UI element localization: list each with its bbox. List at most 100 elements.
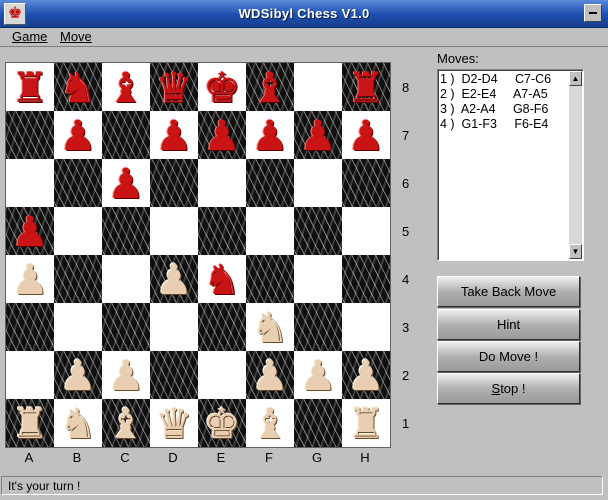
square-d6[interactable]: [150, 159, 198, 207]
moves-listbox[interactable]: 1 ) D2-D4 C7-C6 2 ) E2-E4 A7-A5 3 ) A2-A4 …: [437, 69, 584, 261]
square-a5[interactable]: ♟: [6, 207, 54, 255]
square-h5[interactable]: [342, 207, 390, 255]
white-pawn-icon[interactable]: ♟: [342, 351, 390, 399]
square-a2[interactable]: [6, 351, 54, 399]
square-d4[interactable]: ♟: [150, 255, 198, 303]
square-f3[interactable]: ♞: [246, 303, 294, 351]
white-rook-icon[interactable]: ♜: [342, 399, 390, 447]
square-g5[interactable]: [294, 207, 342, 255]
square-f4[interactable]: [246, 255, 294, 303]
black-pawn-icon[interactable]: ♟: [198, 111, 246, 159]
move-entry[interactable]: 2 ) E2-E4 A7-A5: [440, 87, 566, 102]
take-back-move-button[interactable]: Take Back Move: [437, 276, 580, 307]
square-g7[interactable]: ♟: [294, 111, 342, 159]
white-pawn-icon[interactable]: ♟: [54, 351, 102, 399]
hint-button[interactable]: Hint: [437, 309, 580, 340]
square-a3[interactable]: [6, 303, 54, 351]
square-f5[interactable]: [246, 207, 294, 255]
white-pawn-icon[interactable]: ♟: [150, 255, 198, 303]
do-move-button[interactable]: Do Move !: [437, 341, 580, 372]
square-g1[interactable]: [294, 399, 342, 447]
square-e3[interactable]: [198, 303, 246, 351]
square-c8[interactable]: ♝: [102, 63, 150, 111]
black-knight-icon[interactable]: ♞: [54, 63, 102, 111]
square-g6[interactable]: [294, 159, 342, 207]
square-b3[interactable]: [54, 303, 102, 351]
white-knight-icon[interactable]: ♞: [54, 399, 102, 447]
square-a6[interactable]: [6, 159, 54, 207]
square-e2[interactable]: [198, 351, 246, 399]
square-h8[interactable]: ♜: [342, 63, 390, 111]
square-c2[interactable]: ♟: [102, 351, 150, 399]
moves-list[interactable]: 1 ) D2-D4 C7-C6 2 ) E2-E4 A7-A5 3 ) A2-A4 …: [440, 72, 566, 132]
square-f2[interactable]: ♟: [246, 351, 294, 399]
square-h1[interactable]: ♜: [342, 399, 390, 447]
move-entry[interactable]: 4 ) G1-F3 F6-E4: [440, 117, 566, 132]
square-b5[interactable]: [54, 207, 102, 255]
square-f1[interactable]: ♝: [246, 399, 294, 447]
square-h7[interactable]: ♟: [342, 111, 390, 159]
square-d8[interactable]: ♛: [150, 63, 198, 111]
square-g3[interactable]: [294, 303, 342, 351]
black-bishop-icon[interactable]: ♝: [102, 63, 150, 111]
black-rook-icon[interactable]: ♜: [6, 63, 54, 111]
black-knight-icon[interactable]: ♞: [198, 255, 246, 303]
white-pawn-icon[interactable]: ♟: [246, 351, 294, 399]
white-knight-icon[interactable]: ♞: [246, 303, 294, 351]
square-d1[interactable]: ♛: [150, 399, 198, 447]
square-g4[interactable]: [294, 255, 342, 303]
square-c6[interactable]: ♟: [102, 159, 150, 207]
scroll-down-arrow-icon[interactable]: ▼: [569, 244, 582, 259]
square-e8[interactable]: ♚: [198, 63, 246, 111]
square-f6[interactable]: [246, 159, 294, 207]
square-a1[interactable]: ♜: [6, 399, 54, 447]
black-pawn-icon[interactable]: ♟: [342, 111, 390, 159]
black-pawn-icon[interactable]: ♟: [294, 111, 342, 159]
square-b2[interactable]: ♟: [54, 351, 102, 399]
white-pawn-icon[interactable]: ♟: [6, 255, 54, 303]
white-queen-icon[interactable]: ♛: [150, 399, 198, 447]
square-h4[interactable]: [342, 255, 390, 303]
square-d2[interactable]: [150, 351, 198, 399]
white-bishop-icon[interactable]: ♝: [246, 399, 294, 447]
black-queen-icon[interactable]: ♛: [150, 63, 198, 111]
square-b1[interactable]: ♞: [54, 399, 102, 447]
black-pawn-icon[interactable]: ♟: [246, 111, 294, 159]
minimize-button[interactable]: [584, 4, 602, 22]
square-c5[interactable]: [102, 207, 150, 255]
black-pawn-icon[interactable]: ♟: [150, 111, 198, 159]
square-c7[interactable]: [102, 111, 150, 159]
square-a8[interactable]: ♜: [6, 63, 54, 111]
white-bishop-icon[interactable]: ♝: [102, 399, 150, 447]
square-e1[interactable]: ♚: [198, 399, 246, 447]
black-bishop-icon[interactable]: ♝: [246, 63, 294, 111]
square-c1[interactable]: ♝: [102, 399, 150, 447]
title-bar[interactable]: ♚ WDSibyl Chess V1.0: [0, 0, 608, 28]
black-pawn-icon[interactable]: ♟: [54, 111, 102, 159]
square-d7[interactable]: ♟: [150, 111, 198, 159]
move-entry[interactable]: 3 ) A2-A4 G8-F6: [440, 102, 566, 117]
square-c3[interactable]: [102, 303, 150, 351]
white-pawn-icon[interactable]: ♟: [294, 351, 342, 399]
square-d5[interactable]: [150, 207, 198, 255]
square-b7[interactable]: ♟: [54, 111, 102, 159]
menu-game[interactable]: Game: [12, 29, 47, 44]
menu-move[interactable]: Move: [60, 29, 92, 44]
square-e5[interactable]: [198, 207, 246, 255]
white-king-icon[interactable]: ♚: [198, 399, 246, 447]
square-g8[interactable]: [294, 63, 342, 111]
square-f7[interactable]: ♟: [246, 111, 294, 159]
square-b4[interactable]: [54, 255, 102, 303]
square-b6[interactable]: [54, 159, 102, 207]
square-d3[interactable]: [150, 303, 198, 351]
black-king-icon[interactable]: ♚: [198, 63, 246, 111]
black-pawn-icon[interactable]: ♟: [102, 159, 150, 207]
square-e6[interactable]: [198, 159, 246, 207]
stop-button[interactable]: Stop !: [437, 373, 580, 404]
chess-board[interactable]: ♜ ♞ ♝ ♛ ♚ ♝ ♜ ♟ ♟ ♟ ♟ ♟ ♟ ♟ ♟ ♟ ♟ ♞ ♞ ♟ ♟ ♟ ♟ ♟ ♜ ♞ ♝ ♛ ♚ ♝ ♜: [5, 62, 391, 448]
black-rook-icon[interactable]: ♜: [342, 63, 390, 111]
square-a4[interactable]: ♟: [6, 255, 54, 303]
move-entry[interactable]: 1 ) D2-D4 C7-C6: [440, 72, 566, 87]
scroll-up-arrow-icon[interactable]: ▲: [569, 71, 582, 86]
moves-scrollbar[interactable]: ▲ ▼: [569, 71, 582, 259]
